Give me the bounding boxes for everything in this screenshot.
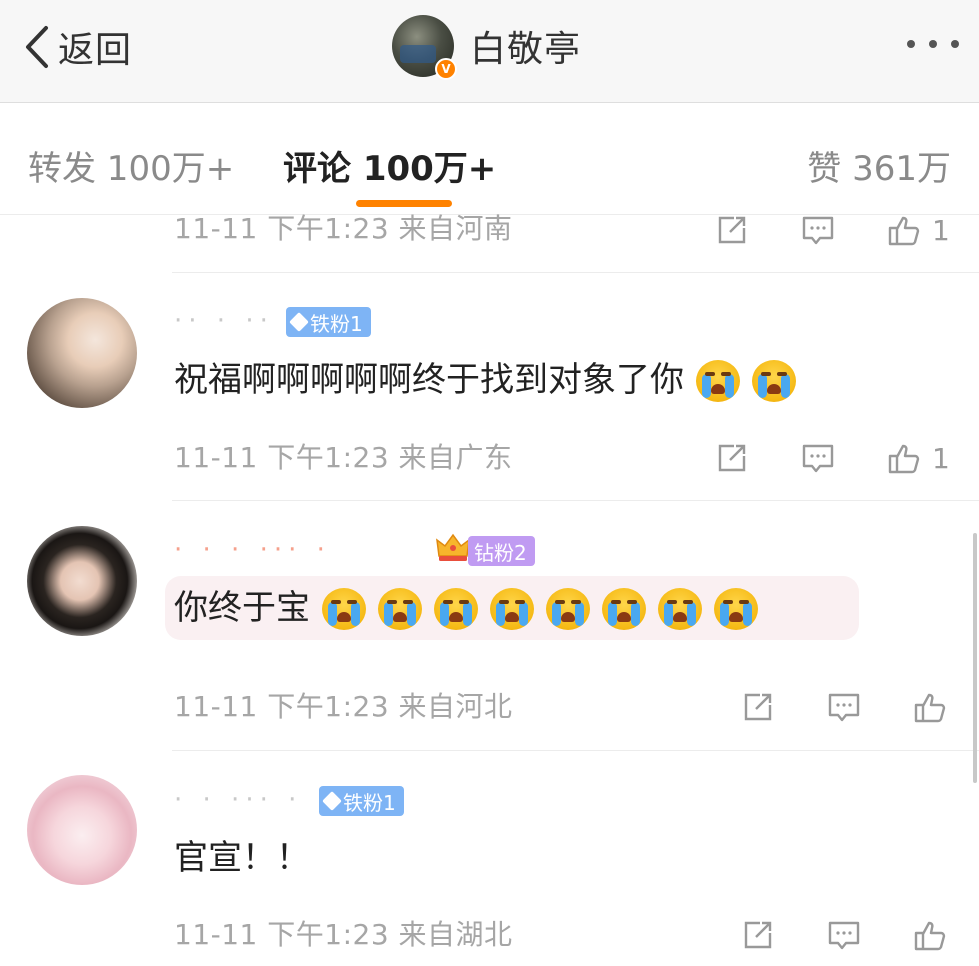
like-count: 1 — [932, 213, 950, 247]
comment-body: 你终于宝 — [174, 588, 310, 628]
thumbs-up-icon[interactable] — [912, 689, 948, 725]
comment-body: 官宣！！ — [174, 838, 310, 878]
top-nav-bar: 返回 V 白敬亭 — [0, 0, 979, 103]
crying-emoji-icon — [714, 584, 758, 632]
fan-badge[interactable]: 钻粉2 — [468, 536, 535, 566]
tab-like[interactable]: 赞 361万 — [807, 141, 951, 190]
crying-emoji-icon — [696, 356, 740, 404]
comment-meta: 11-11 下午1:23 来自河南 — [174, 212, 513, 245]
share-icon[interactable] — [714, 440, 750, 476]
crying-emoji-icon — [602, 584, 646, 632]
thumbs-up-icon[interactable] — [886, 440, 922, 476]
username[interactable]: ·· · ·· — [174, 306, 274, 336]
fan-badge[interactable]: 铁粉1 — [319, 786, 404, 816]
share-icon[interactable] — [740, 689, 776, 725]
tab-bar: 转发 100万+ 评论 100万+ 赞 361万 — [0, 103, 979, 215]
comment-text: 官宣！！ — [174, 833, 310, 883]
diamond-icon — [322, 791, 342, 811]
page-title: 白敬亭 — [470, 29, 582, 70]
tab-forward[interactable]: 转发 100万+ — [28, 141, 234, 190]
username[interactable]: · · ··· · — [174, 785, 302, 815]
comment-icon[interactable] — [800, 212, 836, 248]
avatar[interactable]: V — [392, 15, 457, 80]
comment-text: 祝福啊啊啊啊啊终于找到对象了你 — [174, 355, 796, 405]
back-label: 返回 — [58, 30, 133, 71]
username[interactable]: · · · ··· · — [174, 535, 331, 565]
thumbs-up-icon[interactable] — [886, 212, 922, 248]
comment-meta: 11-11 下午1:23 来自广东 — [174, 441, 513, 474]
comment-icon[interactable] — [826, 689, 862, 725]
active-tab-indicator — [356, 200, 452, 207]
crying-emoji-icon — [434, 584, 478, 632]
tab-comment[interactable]: 评论 100万+ — [283, 141, 496, 190]
comment-meta: 11-11 下午1:23 来自河北 — [174, 690, 513, 723]
comment-icon[interactable] — [826, 917, 862, 953]
avatar[interactable] — [27, 298, 137, 408]
crying-emoji-icon — [752, 356, 796, 404]
like-count: 1 — [932, 441, 950, 475]
divider — [172, 750, 979, 751]
share-icon[interactable] — [714, 212, 750, 248]
fan-badge-label: 铁粉1 — [343, 790, 396, 815]
divider — [172, 272, 979, 273]
crying-emoji-icon — [378, 584, 422, 632]
fan-badge-label: 钻粉2 — [474, 540, 527, 565]
back-button[interactable]: 返回 — [20, 22, 132, 72]
share-icon[interactable] — [740, 917, 776, 953]
fan-badge[interactable]: 铁粉1 — [286, 307, 371, 337]
comment-actions — [740, 915, 948, 955]
crying-emoji-icon — [546, 584, 590, 632]
comment-actions: 1 — [714, 438, 950, 478]
crying-emoji-icon — [658, 584, 702, 632]
comment-actions — [740, 687, 948, 727]
comment-icon[interactable] — [800, 440, 836, 476]
diamond-icon — [289, 312, 309, 332]
avatar[interactable] — [27, 775, 137, 885]
comment-text: 你终于宝 — [174, 583, 758, 633]
more-dots-icon[interactable] — [907, 40, 959, 48]
comment-body: 祝福啊啊啊啊啊终于找到对象了你 — [174, 360, 684, 400]
comment-actions: 1 — [714, 210, 950, 250]
profile-header[interactable]: V 白敬亭 — [392, 14, 582, 80]
thumbs-up-icon[interactable] — [912, 917, 948, 953]
crying-emoji-icon — [322, 584, 366, 632]
fan-badge-label: 铁粉1 — [310, 311, 363, 336]
divider — [172, 500, 979, 501]
chevron-left-icon — [26, 26, 48, 68]
crying-emoji-icon — [490, 584, 534, 632]
crown-icon — [436, 533, 470, 561]
verified-badge-icon: V — [435, 58, 457, 80]
avatar[interactable] — [27, 526, 137, 636]
comment-meta: 11-11 下午1:23 来自湖北 — [174, 918, 513, 951]
scrollbar[interactable] — [973, 533, 977, 783]
